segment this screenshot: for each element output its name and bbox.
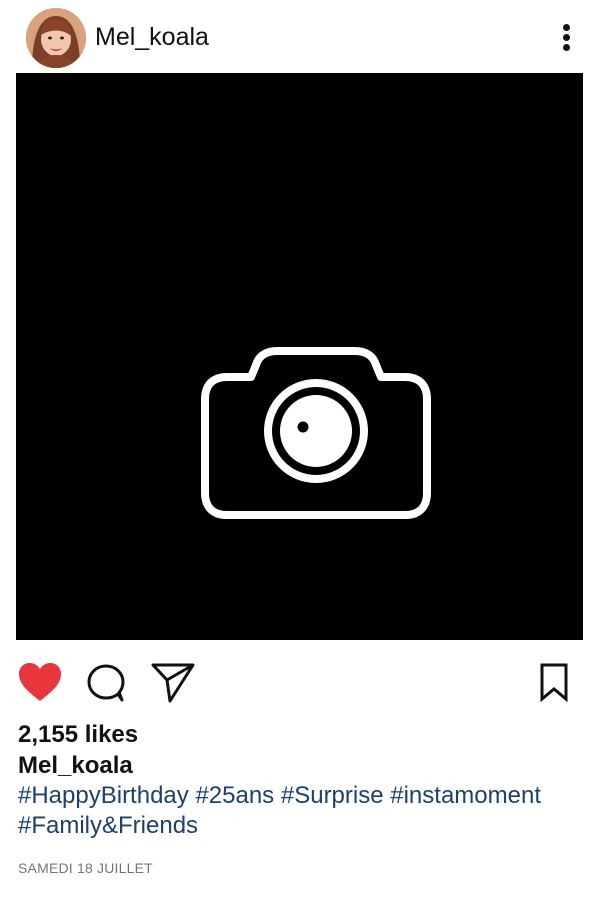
caption-hashtags: #HappyBirthday #25ans #Surprise #instamo… xyxy=(18,781,590,841)
hashtag-line: #Family&Friends xyxy=(18,811,590,841)
share-button[interactable] xyxy=(150,661,196,705)
camera-icon xyxy=(201,347,431,519)
username[interactable]: Mel_koala xyxy=(95,22,209,52)
hashtag-link[interactable]: #Surprise xyxy=(281,782,384,809)
bookmark-icon xyxy=(540,663,568,703)
hashtag-link[interactable]: #Family&Friends xyxy=(18,812,198,839)
caption-username[interactable]: Mel_koala xyxy=(18,751,133,781)
hashtag-link[interactable]: #HappyBirthday xyxy=(18,782,189,809)
more-vertical-icon-dot xyxy=(563,34,570,41)
hashtag-link[interactable]: #instamoment xyxy=(390,782,541,809)
comment-button[interactable] xyxy=(84,661,128,705)
send-icon xyxy=(151,663,195,703)
post-header: Mel_koala xyxy=(0,0,600,74)
avatar-image xyxy=(26,8,86,68)
likes-count[interactable]: 2,155 likes xyxy=(18,720,138,750)
more-vertical-icon-dot xyxy=(563,44,570,51)
save-button[interactable] xyxy=(538,661,570,705)
comment-icon xyxy=(87,664,125,702)
post-image[interactable] xyxy=(16,73,583,640)
avatar[interactable] xyxy=(26,8,86,68)
more-options-button[interactable] xyxy=(552,20,582,56)
post-date: SAMEDI 18 JUILLET xyxy=(18,860,153,876)
like-button[interactable] xyxy=(16,661,64,703)
hashtag-line: #HappyBirthday #25ans #Surprise #instamo… xyxy=(18,781,590,811)
more-vertical-icon-dot xyxy=(563,24,570,31)
heart-icon xyxy=(19,663,61,701)
hashtag-link[interactable]: #25ans xyxy=(195,782,274,809)
post-actions xyxy=(0,655,600,707)
